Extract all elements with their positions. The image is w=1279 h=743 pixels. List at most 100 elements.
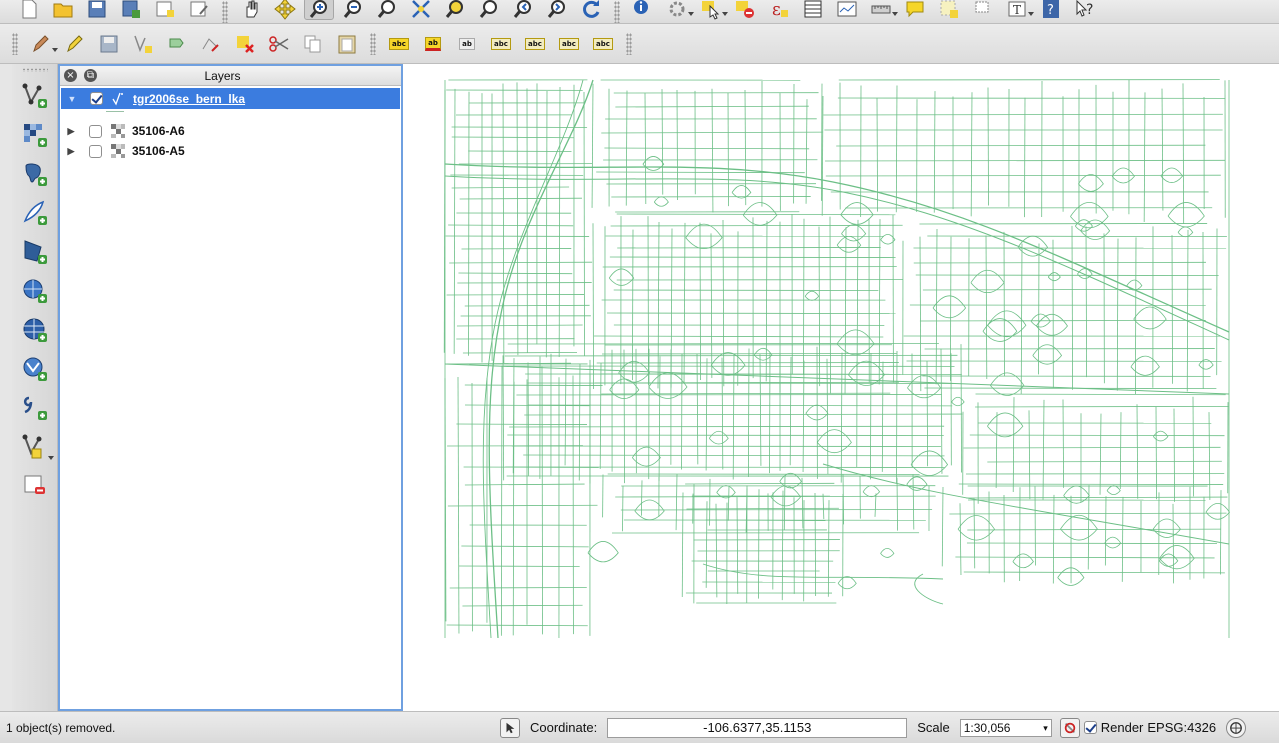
toolbar-grip[interactable] [626, 32, 632, 55]
add-spatialite-layer-button[interactable] [18, 196, 52, 230]
layer-visibility-checkbox[interactable] [89, 144, 102, 158]
layers-panel-title: Layers [204, 68, 241, 83]
current-edits-button[interactable] [60, 32, 90, 56]
move-label-button[interactable]: abc [486, 32, 516, 56]
deselect-button[interactable] [730, 0, 760, 20]
copy-features-button[interactable] [298, 32, 328, 56]
new-shapefile-layer-button[interactable] [18, 430, 54, 464]
select-features-button[interactable] [696, 0, 728, 20]
toggle-editing-button[interactable] [26, 32, 58, 56]
pin-labels-button[interactable]: ab [418, 32, 448, 56]
move-feature-button[interactable] [162, 32, 192, 56]
refresh-button[interactable] [576, 0, 606, 20]
rotate-label-icon: abc [525, 37, 545, 50]
save-project-button[interactable] [82, 0, 112, 20]
layer-row-35106-a6[interactable]: ▶ 35106-A6 [60, 121, 401, 141]
add-delimited-text-layer-button[interactable] [18, 391, 52, 425]
form-annotation-button[interactable] [968, 0, 998, 20]
text-annotation-button[interactable] [934, 0, 964, 20]
show-hide-labels-button[interactable]: ab [452, 32, 482, 56]
form-annotation-icon [975, 1, 989, 12]
refresh-icon [583, 0, 600, 18]
composer-manager-button[interactable] [184, 0, 214, 20]
delete-selected-button[interactable] [230, 32, 260, 56]
whats-this-button[interactable]: ? [1070, 0, 1100, 20]
zoom-next-button[interactable] [542, 0, 572, 20]
copy-features-icon [304, 35, 321, 52]
open-project-button[interactable] [48, 0, 78, 20]
attribute-table-button[interactable] [798, 0, 828, 20]
zoom-in-button[interactable] [304, 0, 334, 20]
add-wfs-layer-button[interactable] [18, 352, 52, 386]
toolbar-grip[interactable] [614, 0, 620, 23]
zoom-to-layer-button[interactable] [474, 0, 504, 20]
annotation-button[interactable] [900, 0, 930, 20]
tips-button[interactable]: T [1002, 0, 1034, 20]
toolbar-grip[interactable] [12, 32, 18, 55]
save-edits-button[interactable] [94, 32, 124, 56]
add-raster-layer-button[interactable] [18, 118, 52, 152]
coordinate-toggle-button[interactable] [500, 717, 520, 738]
label-tool-button[interactable]: abc [384, 32, 414, 56]
stop-render-button[interactable] [1059, 717, 1080, 738]
new-print-composer-button[interactable] [150, 0, 180, 20]
add-wms-layer-button[interactable] [18, 274, 52, 308]
open-project-icon [53, 3, 73, 17]
zoom-out-button[interactable] [338, 0, 368, 20]
close-panel-icon[interactable]: × [64, 69, 77, 82]
layer-visibility-checkbox[interactable] [89, 124, 102, 138]
zoom-full-button[interactable] [406, 0, 436, 20]
statistics-icon [837, 1, 857, 16]
expand-arrow-icon[interactable]: ▶ [64, 146, 78, 157]
scale-combobox[interactable]: 1:30,056 ▾ [959, 718, 1052, 737]
zoom-last-button[interactable] [508, 0, 538, 20]
action-button[interactable] [662, 0, 694, 20]
add-vector-layer-button[interactable] [18, 79, 52, 113]
add-wcs-layer-button[interactable] [18, 313, 52, 347]
status-bar: 1 object(s) removed. Coordinate: -106.63… [0, 711, 1279, 743]
new-project-button[interactable] [14, 0, 44, 20]
identify-button[interactable] [628, 0, 658, 20]
toolbar-grip[interactable] [370, 32, 376, 55]
toolbar-grip[interactable] [21, 68, 48, 72]
paste-features-button[interactable] [332, 32, 362, 56]
projection-button[interactable] [1226, 717, 1247, 738]
toolbar-grip[interactable] [222, 0, 228, 23]
help-button[interactable]: ? [1036, 0, 1066, 20]
coordinate-field[interactable]: -106.6377,35.1153 [607, 717, 908, 738]
highlight-labels-button[interactable]: abc [588, 32, 618, 56]
collapse-arrow-icon[interactable]: ▼ [65, 94, 79, 104]
crs-label[interactable]: EPSG:4326 [1147, 720, 1216, 735]
add-postgis-layer-button[interactable] [18, 157, 52, 191]
zoom-to-selection-button[interactable] [440, 0, 470, 20]
layer-visibility-checkbox[interactable] [90, 92, 103, 105]
zoom-native-button[interactable] [372, 0, 402, 20]
add-feature-button[interactable] [128, 32, 158, 56]
float-panel-icon[interactable]: ⧉ [84, 69, 97, 82]
measure-button[interactable] [866, 0, 898, 20]
field-calculator-button[interactable]: ε [764, 0, 794, 20]
statistics-button[interactable] [832, 0, 862, 20]
remove-layer-button[interactable] [18, 469, 52, 503]
expand-arrow-icon[interactable]: ▶ [64, 126, 78, 137]
add-mssql-layer-button[interactable] [18, 235, 52, 269]
scale-value: 1:30,056 [963, 720, 1011, 735]
scale-label: Scale [917, 720, 950, 735]
save-as-icon [122, 0, 140, 18]
zoom-native-icon [377, 0, 395, 18]
layer-row-tgr2006se-bern-lka[interactable]: ▼ tgr2006se_bern_lka [61, 88, 400, 109]
svg-text:T: T [1013, 3, 1021, 17]
pan-to-selection-button[interactable] [270, 0, 300, 20]
add-wcs-layer-icon [23, 318, 47, 342]
save-as-button[interactable] [116, 0, 146, 20]
rotate-label-button[interactable]: abc [520, 32, 550, 56]
node-tool-button[interactable] [196, 32, 226, 56]
add-wfs-layer-icon [23, 357, 47, 381]
map-canvas[interactable] [403, 64, 1279, 711]
node-tool-icon [202, 37, 219, 52]
render-checkbox[interactable] [1083, 721, 1097, 734]
layer-row-35106-a5[interactable]: ▶ 35106-A5 [60, 141, 401, 161]
pan-button[interactable] [236, 0, 266, 20]
cut-features-button[interactable] [264, 32, 294, 56]
change-label-button[interactable]: abc [554, 32, 584, 56]
